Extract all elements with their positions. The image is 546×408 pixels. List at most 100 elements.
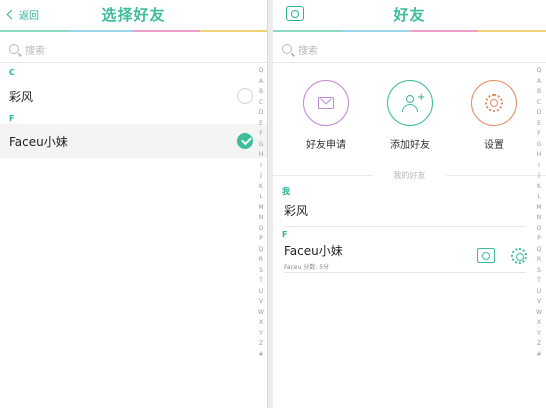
- friend-row-caifeng[interactable]: 彩风: [0, 84, 267, 108]
- alphabet-letter[interactable]: F: [537, 129, 540, 140]
- alphabet-letter[interactable]: W: [536, 308, 542, 319]
- alphabet-letter[interactable]: F: [259, 129, 262, 140]
- select-radio[interactable]: [237, 88, 253, 104]
- alphabet-letter[interactable]: I: [260, 161, 262, 172]
- alphabet-letter[interactable]: Y: [259, 329, 263, 340]
- alphabet-letter[interactable]: O: [259, 224, 264, 235]
- alphabet-letter[interactable]: U: [537, 287, 541, 298]
- action-label: 添加好友: [390, 140, 430, 151]
- search-placeholder: 搜索: [298, 45, 318, 57]
- alphabet-letter[interactable]: T: [259, 276, 263, 287]
- alphabet-letter[interactable]: P: [537, 234, 541, 245]
- alphabet-letter[interactable]: Q: [259, 245, 264, 256]
- alphabet-letter[interactable]: J: [538, 171, 540, 182]
- friend-requests-button[interactable]: 好友申请: [286, 80, 366, 151]
- alphabet-letter[interactable]: G: [537, 140, 542, 151]
- alphabet-letter[interactable]: A: [259, 77, 263, 88]
- section-letter: 我: [282, 187, 290, 196]
- gear-icon[interactable]: [511, 248, 527, 264]
- action-label: 设置: [484, 140, 504, 151]
- friend-name: 彩风: [9, 89, 34, 104]
- select-friends-panel: 返回 选择好友 搜索 C 彩风 F Faceu小妹 QABCDEFGHIJKLM…: [0, 0, 268, 408]
- alphabet-letter[interactable]: X: [537, 318, 541, 329]
- search-icon: [9, 44, 19, 54]
- alphabet-letter[interactable]: L: [537, 192, 540, 203]
- alphabet-letter[interactable]: H: [537, 150, 542, 161]
- friend-name: Faceu小妹: [284, 243, 343, 258]
- page-title: 选择好友: [101, 6, 166, 24]
- checkmark-icon[interactable]: [237, 133, 253, 149]
- alphabet-letter[interactable]: G: [259, 140, 264, 151]
- section-letter: F: [282, 230, 288, 239]
- alphabet-letter[interactable]: V: [537, 297, 541, 308]
- alphabet-letter[interactable]: S: [259, 266, 263, 277]
- alphabet-letter[interactable]: J: [260, 171, 262, 182]
- alphabet-letter[interactable]: D: [259, 108, 264, 119]
- alphabet-letter[interactable]: V: [259, 297, 263, 308]
- accent-bar: [273, 30, 546, 32]
- alphabet-letter[interactable]: D: [537, 108, 542, 119]
- alphabet-letter[interactable]: K: [259, 182, 263, 193]
- alphabet-letter[interactable]: O: [537, 224, 542, 235]
- alphabet-letter[interactable]: Z: [259, 339, 263, 350]
- alphabet-letter[interactable]: E: [259, 119, 263, 130]
- header: 返回 选择好友: [0, 0, 267, 30]
- mail-icon: [318, 97, 334, 109]
- alphabet-letter[interactable]: K: [537, 182, 541, 193]
- alphabet-letter[interactable]: M: [536, 203, 541, 214]
- alphabet-letter[interactable]: X: [259, 318, 263, 329]
- alphabet-letter[interactable]: P: [259, 234, 263, 245]
- search-input[interactable]: 搜索: [273, 38, 546, 60]
- alphabet-letter[interactable]: E: [537, 119, 541, 130]
- alphabet-letter[interactable]: H: [259, 150, 264, 161]
- add-friend-button[interactable]: + 添加好友: [370, 80, 450, 151]
- alphabet-letter[interactable]: #: [258, 350, 263, 361]
- alphabet-letter[interactable]: T: [537, 276, 541, 287]
- alphabet-letter[interactable]: Q: [537, 245, 542, 256]
- alphabet-index[interactable]: Q A B C D E F G H I J K L M N O P Q R S T U V W X Y Z #: [534, 66, 544, 360]
- alphabet-letter[interactable]: W: [258, 308, 264, 319]
- alphabet-letter[interactable]: C: [259, 98, 263, 109]
- add-user-icon: +: [402, 92, 425, 112]
- page-title: 好友: [393, 6, 426, 24]
- alphabet-letter[interactable]: R: [537, 255, 541, 266]
- search-placeholder: 搜索: [25, 45, 45, 57]
- friends-section-header: 我的好友: [273, 170, 546, 181]
- alphabet-letter[interactable]: L: [259, 192, 262, 203]
- friend-name: Faceu小妹: [9, 134, 68, 149]
- friend-name: 彩风: [284, 203, 309, 218]
- friend-row-faceu[interactable]: Faceu小妹: [0, 124, 267, 158]
- alphabet-letter[interactable]: #: [536, 350, 541, 361]
- alphabet-letter[interactable]: R: [259, 255, 263, 266]
- alphabet-letter[interactable]: C: [537, 98, 541, 109]
- photo-icon[interactable]: [477, 248, 495, 263]
- alphabet-letter[interactable]: B: [259, 87, 263, 98]
- friends-panel: 好友 搜索 好友申请 + 添加好友 设置 我的好友 我 彩风 F Faceu小妹…: [273, 0, 546, 408]
- alphabet-index[interactable]: Q A B C D E F G H I J K L M N O P Q R S T U V W X Y Z #: [256, 66, 266, 360]
- alphabet-letter[interactable]: Q: [537, 66, 542, 77]
- section-letter: C: [9, 68, 15, 77]
- friends-header-text: 我的好友: [393, 171, 426, 180]
- alphabet-letter[interactable]: Y: [537, 329, 541, 340]
- accent-bar: [0, 30, 267, 32]
- alphabet-letter[interactable]: B: [537, 87, 541, 98]
- friend-subtext: Faceu 分数: 5分: [284, 264, 330, 271]
- alphabet-letter[interactable]: Z: [537, 339, 541, 350]
- section-letter: F: [9, 114, 15, 123]
- alphabet-letter[interactable]: N: [537, 213, 542, 224]
- alphabet-letter[interactable]: A: [537, 77, 541, 88]
- friend-row-faceu[interactable]: Faceu小妹: [273, 240, 546, 260]
- alphabet-letter[interactable]: M: [258, 203, 263, 214]
- alphabet-letter[interactable]: U: [259, 287, 263, 298]
- divider: [284, 226, 526, 227]
- search-icon: [282, 44, 292, 54]
- divider: [0, 62, 267, 63]
- action-label: 好友申请: [306, 140, 346, 151]
- settings-button[interactable]: 设置: [454, 80, 534, 151]
- alphabet-letter[interactable]: I: [538, 161, 540, 172]
- friend-row-caifeng[interactable]: 彩风: [273, 198, 546, 222]
- alphabet-letter[interactable]: N: [259, 213, 264, 224]
- search-input[interactable]: 搜索: [0, 38, 267, 60]
- alphabet-letter[interactable]: Q: [259, 66, 264, 77]
- alphabet-letter[interactable]: S: [537, 266, 541, 277]
